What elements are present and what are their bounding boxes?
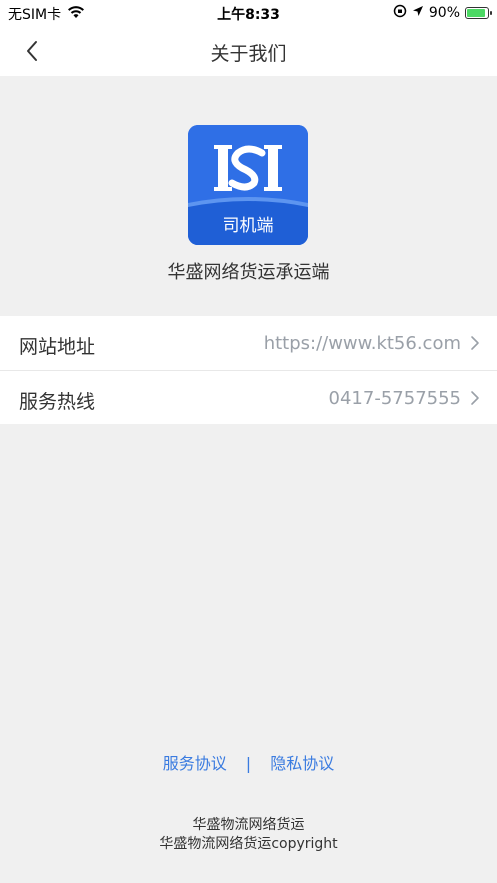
agreement-links: 服务协议 | 隐私协议 [0,750,497,774]
app-name: 华盛网络货运承运端 [167,262,330,283]
chevron-right-icon [471,336,479,350]
footer-company: 华盛物流网络货运 [192,817,305,833]
location-icon [412,5,424,21]
battery-percent: 90% [428,5,460,21]
footer: 华盛物流网络货运 华盛物流网络货运copyright [0,816,497,854]
status-bar: 无SIM卡 上午8:33 90% [0,0,497,26]
app-icon-label: 司机端 [223,216,274,236]
battery-icon [465,7,492,19]
hotline-label: 服务热线 [19,391,96,413]
page-title: 关于我们 [210,43,287,65]
hotline-row[interactable]: 服务热线 0417-5757555 [0,370,497,424]
app-logo: 司机端 [188,125,308,245]
website-label: 网站地址 [19,336,96,358]
website-value: https://www.kt56.com [263,333,461,354]
privacy-policy-link[interactable]: 隐私协议 [270,754,334,773]
battery-level [467,9,485,17]
orientation-lock-icon [393,4,407,22]
hs-logo-icon: 司机端 [188,125,308,245]
info-list: 网站地址 https://www.kt56.com 服务热线 0417-5757… [0,316,497,424]
website-row[interactable]: 网站地址 https://www.kt56.com [0,316,497,370]
service-agreement-link[interactable]: 服务协议 [163,754,227,773]
about-header: 司机端 华盛网络货运承运端 [0,76,497,316]
link-separator: | [245,754,252,773]
hotline-value: 0417-5757555 [328,388,461,409]
chevron-right-icon [471,391,479,405]
status-right: 90% [393,4,492,22]
footer-copyright: 华盛物流网络货运copyright [159,836,338,852]
nav-bar: 关于我们 [0,26,497,76]
